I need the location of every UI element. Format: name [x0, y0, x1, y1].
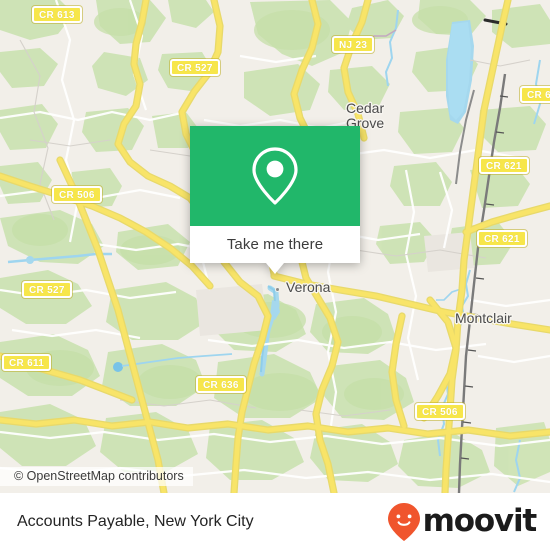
place-label-line: Cedar [346, 100, 385, 116]
osm-attribution[interactable]: © OpenStreetMap contributors [0, 467, 193, 486]
road-shield: CR 506 [52, 186, 102, 203]
road-shield: CR 613 [32, 6, 82, 23]
page-title: Accounts Payable, New York City [17, 512, 254, 530]
take-me-there-button[interactable]: Take me there [190, 226, 360, 263]
poi-popup-card[interactable]: Take me there [190, 126, 360, 274]
take-me-there-label: Take me there [226, 236, 324, 253]
moovit-pin-icon [387, 502, 420, 541]
moovit-wordmark: moovit [422, 503, 538, 539]
place-label-line: Verona [286, 279, 331, 295]
poi-card-pointer [266, 263, 284, 274]
road-shield: CR 6 [520, 86, 550, 103]
poi-card-header [190, 126, 360, 226]
road-shield: CR 527 [22, 281, 72, 298]
map-pin-icon [252, 147, 298, 205]
road-shield: CR 621 [479, 157, 529, 174]
city-marker-dot [275, 287, 280, 292]
map-canvas[interactable]: CR 613 CR 527 NJ 23 CR 6 CR 621 CR 621 CR 506 C… [0, 0, 550, 493]
bottom-bar: Accounts Payable, New York City moovit [0, 493, 550, 550]
place-label: Verona [286, 279, 330, 295]
road-shield: CR 506 [415, 403, 465, 420]
moovit-logo[interactable]: moovit [387, 502, 538, 542]
road-shield: NJ 23 [332, 36, 375, 53]
road-shield: CR 527 [170, 59, 220, 76]
road-shield: CR 636 [196, 376, 246, 393]
road-shield: CR 621 [477, 230, 527, 247]
moovit-map-screen: CR 613 CR 527 NJ 23 CR 6 CR 621 CR 621 CR 506 C… [0, 0, 550, 550]
place-label-line: Montclair [455, 310, 512, 326]
road-shield: CR 611 [2, 354, 52, 371]
place-label: Montclair [455, 310, 512, 326]
